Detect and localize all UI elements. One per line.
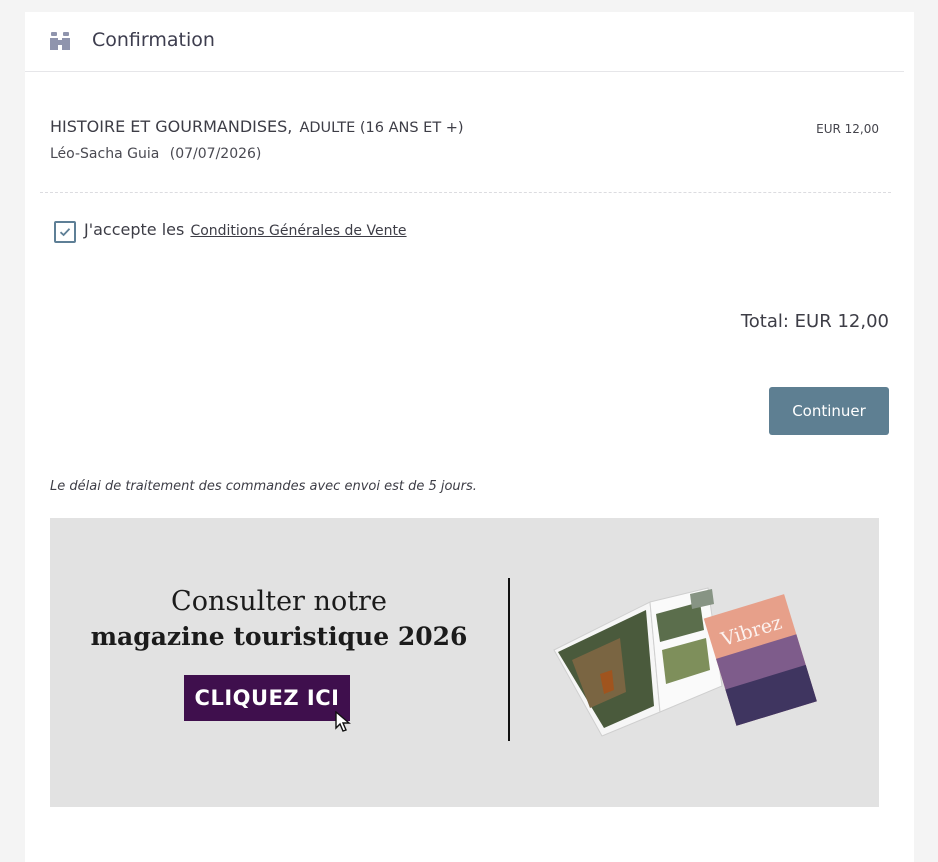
banner-heading-line1: Consulter notre — [171, 586, 387, 617]
order-item-title: HISTOIRE ET GOURMANDISES, ADULTE (16 ANS… — [50, 117, 464, 136]
banner-divider — [508, 578, 510, 741]
terms-prefix: J'accepte les — [84, 220, 185, 239]
pointer-cursor-icon — [334, 710, 356, 739]
terms-link[interactable]: Conditions Générales de Vente — [190, 223, 406, 239]
banner-heading-line2: magazine touristique 2026 — [90, 622, 468, 651]
processing-note: Le délai de traitement des commandes ave… — [50, 479, 477, 494]
confirmation-card: Confirmation HISTOIRE ET GOURMANDISES, A… — [25, 12, 914, 862]
terms-label: J'accepte les Conditions Générales de Ve… — [84, 220, 407, 239]
participant-name: Léo-Sacha Guia — [50, 146, 160, 162]
check-icon — [59, 228, 71, 237]
magazine-illustration: Vibrez — [553, 587, 817, 737]
ticket-category: ADULTE (16 ANS ET +) — [299, 120, 464, 136]
dashed-divider — [40, 192, 891, 193]
card-header: Confirmation — [25, 12, 904, 72]
order-total: Total: EUR 12,00 — [740, 311, 889, 332]
item-price: EUR 12,00 — [816, 122, 879, 136]
product-name: HISTOIRE ET GOURMANDISES, — [50, 117, 293, 136]
order-date: (07/07/2026) — [169, 146, 262, 162]
terms-checkbox[interactable] — [54, 221, 76, 243]
order-item-details: Léo-Sacha Guia (07/07/2026) — [50, 146, 261, 162]
banner-cta-button[interactable]: CLIQUEZ ICI — [184, 675, 350, 721]
page-title: Confirmation — [92, 29, 215, 51]
magazine-banner[interactable]: Consulter notre magazine touristique 202… — [50, 518, 879, 807]
binoculars-icon — [49, 31, 71, 51]
continue-button[interactable]: Continuer — [769, 387, 889, 435]
